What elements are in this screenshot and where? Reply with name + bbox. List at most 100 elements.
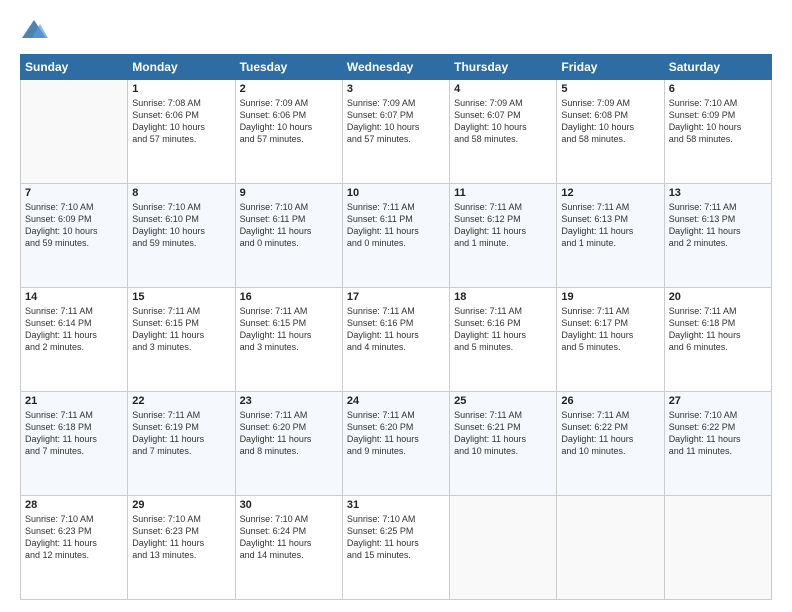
day-cell: 18 Sunrise: 7:11 AMSunset: 6:16 PMDayligh…	[450, 288, 557, 392]
day-number: 18	[454, 291, 552, 303]
calendar: SundayMondayTuesdayWednesdayThursdayFrid…	[20, 54, 772, 600]
day-cell: 2 Sunrise: 7:09 AMSunset: 6:06 PMDaylight…	[235, 80, 342, 184]
day-info: Sunrise: 7:09 AMSunset: 6:06 PMDaylight:…	[240, 97, 338, 146]
day-cell: 13 Sunrise: 7:11 AMSunset: 6:13 PMDayligh…	[664, 184, 771, 288]
day-number: 28	[25, 499, 123, 511]
week-row-2: 7 Sunrise: 7:10 AMSunset: 6:09 PMDaylight…	[21, 184, 772, 288]
day-cell: 24 Sunrise: 7:11 AMSunset: 6:20 PMDayligh…	[342, 392, 449, 496]
day-info: Sunrise: 7:11 AMSunset: 6:11 PMDaylight:…	[347, 201, 445, 250]
day-cell	[450, 496, 557, 600]
day-number: 12	[561, 187, 659, 199]
day-number: 8	[132, 187, 230, 199]
page: SundayMondayTuesdayWednesdayThursdayFrid…	[0, 0, 792, 612]
day-info: Sunrise: 7:10 AMSunset: 6:11 PMDaylight:…	[240, 201, 338, 250]
day-cell: 12 Sunrise: 7:11 AMSunset: 6:13 PMDayligh…	[557, 184, 664, 288]
week-row-3: 14 Sunrise: 7:11 AMSunset: 6:14 PMDayligh…	[21, 288, 772, 392]
day-cell: 5 Sunrise: 7:09 AMSunset: 6:08 PMDaylight…	[557, 80, 664, 184]
day-cell: 27 Sunrise: 7:10 AMSunset: 6:22 PMDayligh…	[664, 392, 771, 496]
day-number: 2	[240, 83, 338, 95]
col-header-sunday: Sunday	[21, 55, 128, 80]
day-info: Sunrise: 7:09 AMSunset: 6:08 PMDaylight:…	[561, 97, 659, 146]
day-cell: 10 Sunrise: 7:11 AMSunset: 6:11 PMDayligh…	[342, 184, 449, 288]
day-number: 23	[240, 395, 338, 407]
week-row-1: 1Sunrise: 7:08 AMSunset: 6:06 PMDaylight…	[21, 80, 772, 184]
col-header-saturday: Saturday	[664, 55, 771, 80]
day-cell: 17 Sunrise: 7:11 AMSunset: 6:16 PMDayligh…	[342, 288, 449, 392]
day-info: Sunrise: 7:10 AMSunset: 6:10 PMDaylight:…	[132, 201, 230, 250]
day-number: 9	[240, 187, 338, 199]
day-info: Sunrise: 7:11 AMSunset: 6:13 PMDaylight:…	[561, 201, 659, 250]
day-cell: 8 Sunrise: 7:10 AMSunset: 6:10 PMDaylight…	[128, 184, 235, 288]
day-cell: 23Sunrise: 7:11 AMSunset: 6:20 PMDayligh…	[235, 392, 342, 496]
day-info: Sunrise: 7:11 AMSunset: 6:15 PMDaylight:…	[240, 305, 338, 354]
day-number: 15	[132, 291, 230, 303]
day-cell: 4 Sunrise: 7:09 AMSunset: 6:07 PMDaylight…	[450, 80, 557, 184]
day-cell: 26Sunrise: 7:11 AMSunset: 6:22 PMDayligh…	[557, 392, 664, 496]
day-info: Sunrise: 7:09 AMSunset: 6:07 PMDaylight:…	[454, 97, 552, 146]
logo-icon	[20, 16, 48, 44]
day-number: 10	[347, 187, 445, 199]
day-info: Sunrise: 7:11 AMSunset: 6:16 PMDaylight:…	[347, 305, 445, 354]
day-info: Sunrise: 7:10 AMSunset: 6:09 PMDaylight:…	[669, 97, 767, 146]
day-number: 3	[347, 83, 445, 95]
day-number: 21	[25, 395, 123, 407]
col-header-thursday: Thursday	[450, 55, 557, 80]
day-cell: 28Sunrise: 7:10 AMSunset: 6:23 PMDayligh…	[21, 496, 128, 600]
day-number: 13	[669, 187, 767, 199]
week-row-4: 21Sunrise: 7:11 AMSunset: 6:18 PMDayligh…	[21, 392, 772, 496]
day-info: Sunrise: 7:11 AMSunset: 6:14 PMDaylight:…	[25, 305, 123, 354]
day-cell	[664, 496, 771, 600]
day-number: 17	[347, 291, 445, 303]
day-info: Sunrise: 7:10 AMSunset: 6:23 PMDaylight:…	[132, 513, 230, 562]
day-cell	[21, 80, 128, 184]
day-info: Sunrise: 7:11 AMSunset: 6:21 PMDaylight:…	[454, 409, 552, 458]
day-info: Sunrise: 7:11 AMSunset: 6:17 PMDaylight:…	[561, 305, 659, 354]
day-cell: 1Sunrise: 7:08 AMSunset: 6:06 PMDaylight…	[128, 80, 235, 184]
col-header-monday: Monday	[128, 55, 235, 80]
day-cell	[557, 496, 664, 600]
day-number: 24	[347, 395, 445, 407]
day-number: 1	[132, 83, 230, 95]
day-info: Sunrise: 7:10 AMSunset: 6:09 PMDaylight:…	[25, 201, 123, 250]
day-number: 26	[561, 395, 659, 407]
logo	[20, 16, 52, 44]
day-info: Sunrise: 7:09 AMSunset: 6:07 PMDaylight:…	[347, 97, 445, 146]
day-info: Sunrise: 7:11 AMSunset: 6:13 PMDaylight:…	[669, 201, 767, 250]
day-cell: 29 Sunrise: 7:10 AMSunset: 6:23 PMDayligh…	[128, 496, 235, 600]
day-number: 6	[669, 83, 767, 95]
day-info: Sunrise: 7:11 AMSunset: 6:18 PMDaylight:…	[669, 305, 767, 354]
day-cell: 31 Sunrise: 7:10 AMSunset: 6:25 PMDayligh…	[342, 496, 449, 600]
day-cell: 3 Sunrise: 7:09 AMSunset: 6:07 PMDaylight…	[342, 80, 449, 184]
day-info: Sunrise: 7:10 AMSunset: 6:22 PMDaylight:…	[669, 409, 767, 458]
day-number: 14	[25, 291, 123, 303]
calendar-header-row: SundayMondayTuesdayWednesdayThursdayFrid…	[21, 55, 772, 80]
day-number: 29	[132, 499, 230, 511]
day-number: 20	[669, 291, 767, 303]
day-cell: 30Sunrise: 7:10 AMSunset: 6:24 PMDayligh…	[235, 496, 342, 600]
day-cell: 15Sunrise: 7:11 AMSunset: 6:15 PMDayligh…	[128, 288, 235, 392]
day-cell: 6 Sunrise: 7:10 AMSunset: 6:09 PMDaylight…	[664, 80, 771, 184]
day-cell: 16 Sunrise: 7:11 AMSunset: 6:15 PMDayligh…	[235, 288, 342, 392]
day-cell: 14 Sunrise: 7:11 AMSunset: 6:14 PMDayligh…	[21, 288, 128, 392]
day-number: 22	[132, 395, 230, 407]
day-number: 4	[454, 83, 552, 95]
day-number: 27	[669, 395, 767, 407]
day-number: 5	[561, 83, 659, 95]
day-info: Sunrise: 7:10 AMSunset: 6:25 PMDaylight:…	[347, 513, 445, 562]
col-header-friday: Friday	[557, 55, 664, 80]
day-cell: 7 Sunrise: 7:10 AMSunset: 6:09 PMDaylight…	[21, 184, 128, 288]
header	[20, 16, 772, 44]
day-number: 11	[454, 187, 552, 199]
day-info: Sunrise: 7:11 AMSunset: 6:16 PMDaylight:…	[454, 305, 552, 354]
day-number: 19	[561, 291, 659, 303]
day-number: 16	[240, 291, 338, 303]
day-info: Sunrise: 7:11 AMSunset: 6:20 PMDaylight:…	[347, 409, 445, 458]
day-number: 25	[454, 395, 552, 407]
day-number: 7	[25, 187, 123, 199]
day-cell: 20 Sunrise: 7:11 AMSunset: 6:18 PMDayligh…	[664, 288, 771, 392]
col-header-wednesday: Wednesday	[342, 55, 449, 80]
day-info: Sunrise: 7:10 AMSunset: 6:24 PMDaylight:…	[240, 513, 338, 562]
day-number: 31	[347, 499, 445, 511]
day-cell: 22Sunrise: 7:11 AMSunset: 6:19 PMDayligh…	[128, 392, 235, 496]
day-info: Sunrise: 7:11 AMSunset: 6:12 PMDaylight:…	[454, 201, 552, 250]
